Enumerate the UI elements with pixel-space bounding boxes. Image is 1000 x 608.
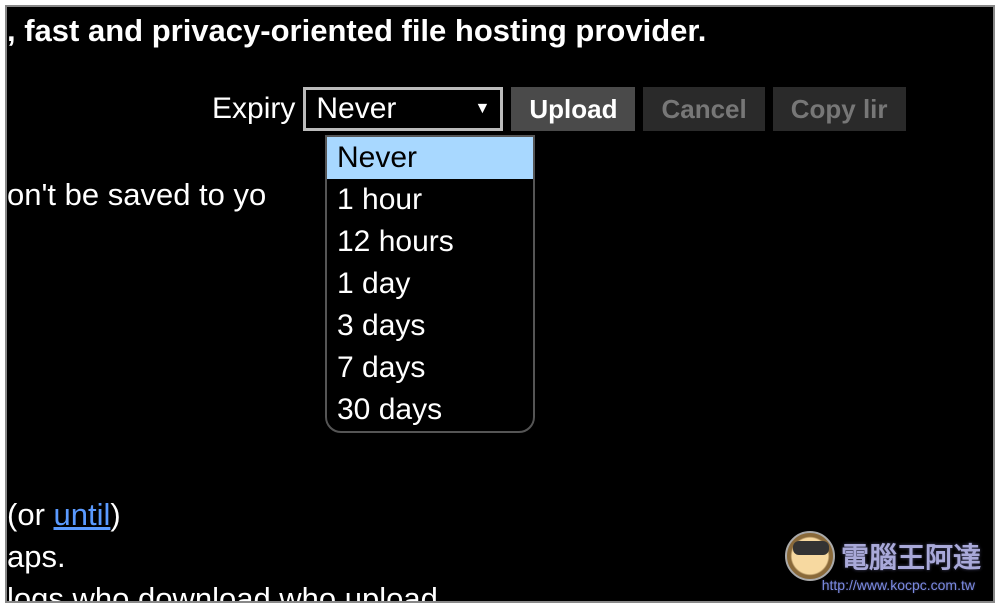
watermark-face-icon — [785, 531, 835, 581]
body-text-line3: aps. — [7, 539, 66, 575]
screenshot-frame: , fast and privacy-oriented file hosting… — [5, 5, 995, 603]
copy-link-button: Copy lir — [773, 87, 906, 131]
tagline-text: , fast and privacy-oriented file hosting… — [7, 13, 706, 49]
line2-post: ) — [110, 497, 120, 532]
upload-controls: Expiry Never ▼ Upload Cancel Copy lir — [212, 87, 906, 131]
watermark-text: 電腦王阿達 — [841, 536, 981, 576]
expiry-selected-value: Never — [316, 92, 474, 126]
expiry-option-never[interactable]: Never — [327, 137, 533, 179]
expiry-dropdown[interactable]: Never 1 hour 12 hours 1 day 3 days 7 day… — [325, 135, 535, 433]
expiry-option-12hours[interactable]: 12 hours — [327, 221, 533, 263]
until-link[interactable]: until — [54, 497, 111, 532]
expiry-option-30days[interactable]: 30 days — [327, 389, 533, 431]
watermark-url: http://www.kocpc.com.tw — [822, 577, 975, 593]
body-text-line4: logs who download who upload — [7, 581, 438, 603]
expiry-select[interactable]: Never ▼ — [303, 87, 503, 131]
body-text-line1: on't be saved to yo — [7, 177, 266, 213]
expiry-option-3days[interactable]: 3 days — [327, 305, 533, 347]
expiry-option-1day[interactable]: 1 day — [327, 263, 533, 305]
chevron-down-icon: ▼ — [475, 100, 491, 118]
cancel-button: Cancel — [643, 87, 764, 131]
body-text-line2: (or until) — [7, 497, 121, 533]
line2-pre: (or — [7, 497, 54, 532]
watermark: 電腦王阿達 — [785, 531, 981, 581]
upload-button[interactable]: Upload — [511, 87, 635, 131]
expiry-option-1hour[interactable]: 1 hour — [327, 179, 533, 221]
expiry-option-7days[interactable]: 7 days — [327, 347, 533, 389]
expiry-label: Expiry — [212, 92, 295, 126]
